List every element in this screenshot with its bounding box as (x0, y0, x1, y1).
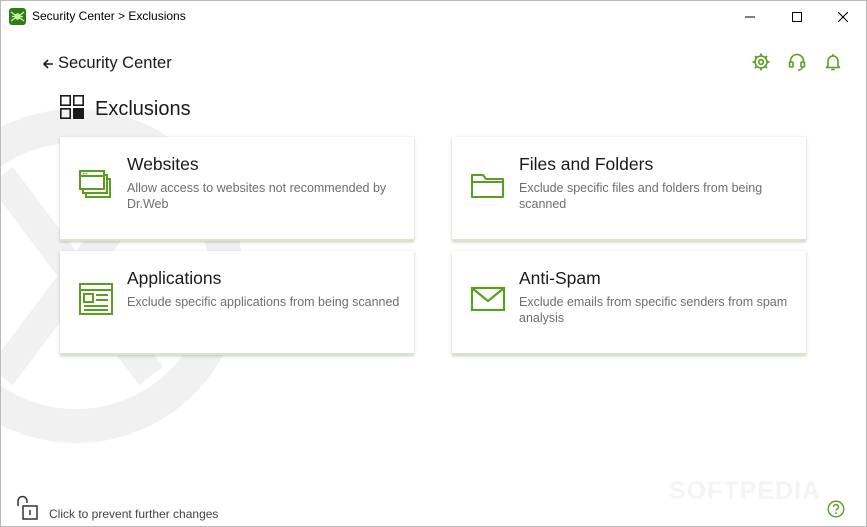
back-to-security-center-link[interactable]: Security Center (43, 54, 172, 73)
close-icon (838, 11, 848, 22)
lock-hint-text: Click to prevent further changes (49, 506, 219, 521)
page-title: Exclusions (95, 98, 191, 120)
files-and-folders-card[interactable]: Files and Folders Exclude specific files… (452, 137, 806, 241)
card-title: Applications (127, 268, 222, 288)
minimize-button[interactable] (727, 1, 773, 32)
unlocked-padlock-icon (14, 495, 40, 526)
title-bar: Security Center > Exclusions (1, 1, 866, 32)
app-window: Security Center > Exclusions Security Ce… (0, 0, 867, 527)
drweb-spider-icon (9, 8, 26, 25)
question-circle-icon (827, 500, 845, 518)
grid-icon (60, 95, 84, 124)
websites-card[interactable]: Websites Allow access to websites not re… (60, 137, 414, 241)
page-heading: Exclusions (60, 95, 191, 124)
close-button[interactable] (820, 1, 866, 32)
applications-card[interactable]: Applications Exclude specific applicatio… (60, 251, 414, 355)
lock-settings-button[interactable]: Click to prevent further changes (14, 495, 218, 526)
card-description: Exclude specific files and folders from … (519, 181, 763, 211)
softpedia-watermark: SOFTPEDIA (669, 477, 822, 505)
maximize-button[interactable] (774, 1, 820, 32)
minimize-icon (745, 16, 755, 17)
card-title: Files and Folders (519, 154, 654, 174)
arrow-left-icon (43, 58, 53, 69)
bell-icon (823, 52, 843, 72)
card-title: Anti-Spam (519, 268, 601, 288)
card-title: Websites (127, 154, 199, 174)
card-description: Allow access to websites not recommended… (127, 181, 387, 211)
window-title: Security Center > Exclusions (32, 9, 186, 23)
envelope-icon (470, 281, 506, 317)
card-description: Exclude specific applications from being… (127, 295, 400, 309)
card-description: Exclude emails from specific senders fro… (519, 295, 788, 325)
help-button[interactable] (827, 500, 845, 518)
maximize-icon (792, 11, 802, 22)
websites-icon (78, 167, 114, 203)
back-link-label: Security Center (58, 54, 172, 72)
anti-spam-card[interactable]: Anti-Spam Exclude emails from specific s… (452, 251, 806, 355)
application-window-icon (78, 281, 114, 317)
folder-icon (470, 167, 506, 203)
gear-icon (751, 52, 771, 72)
headset-icon (787, 52, 807, 72)
